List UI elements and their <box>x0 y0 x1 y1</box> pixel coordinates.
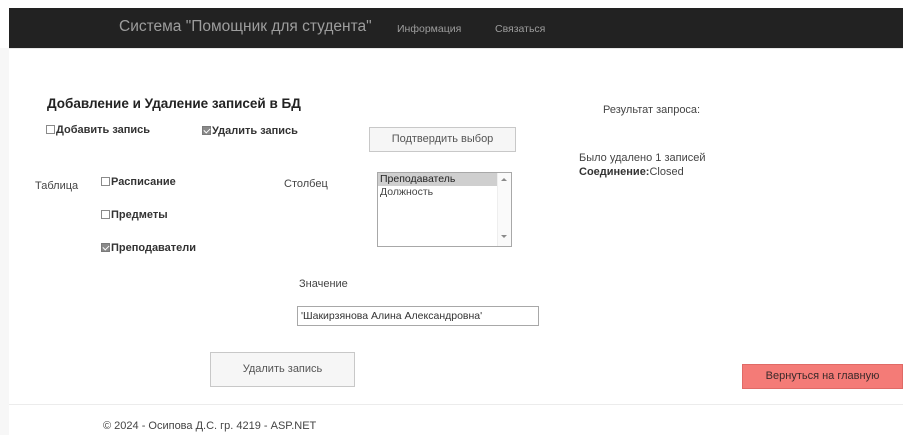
scroll-down-icon[interactable] <box>501 235 507 238</box>
delete-record-checkbox[interactable]: Удалить запись <box>202 125 298 137</box>
column-option-teacher[interactable]: Преподаватель <box>378 173 497 186</box>
confirm-choice-button[interactable]: Подтвердить выбор <box>369 127 516 152</box>
delete-record-button[interactable]: Удалить запись <box>210 352 355 387</box>
table-subjects-checkbox[interactable]: Предметы <box>101 209 168 221</box>
connection-label: Соединение: <box>579 166 650 178</box>
navbar: Система "Помощник для студента" Информац… <box>9 8 903 48</box>
left-margin <box>0 48 9 435</box>
table-schedule-checkbox[interactable]: Расписание <box>101 176 176 188</box>
checkbox-box-checked[interactable] <box>101 243 110 252</box>
nav-link-info[interactable]: Информация <box>397 23 461 35</box>
add-record-label: Добавить запись <box>56 124 151 136</box>
table-teachers-label: Преподаватели <box>111 242 197 254</box>
footer-divider <box>9 404 903 405</box>
add-record-checkbox[interactable]: Добавить запись <box>46 124 150 136</box>
form-heading: Добавление и Удаление записей в БД <box>47 96 301 111</box>
listbox-scrollbar[interactable] <box>497 173 511 246</box>
navbar-brand[interactable]: Система "Помощник для студента" <box>119 18 372 36</box>
nav-link-contact[interactable]: Связаться <box>495 23 545 35</box>
navbar-divider <box>9 48 903 49</box>
connection-value: Closed <box>649 166 684 178</box>
result-title: Результат запроса: <box>603 104 701 116</box>
checkbox-box[interactable] <box>101 210 110 219</box>
footer-text: © 2024 - Осипова Д.С. гр. 4219 - ASP.NET <box>103 420 317 432</box>
table-label: Таблица <box>35 180 79 192</box>
column-label: Столбец <box>284 178 328 190</box>
checkbox-box-checked[interactable] <box>202 126 211 135</box>
table-subjects-label: Предметы <box>111 209 168 221</box>
column-option-position[interactable]: Должность <box>378 186 497 199</box>
delete-record-label: Удалить запись <box>212 125 298 137</box>
value-label: Значение <box>299 278 348 290</box>
result-message: Было удалено 1 записей <box>579 152 706 164</box>
connection-status: Соединение:Closed <box>579 166 684 178</box>
table-teachers-checkbox[interactable]: Преподаватели <box>101 242 196 254</box>
table-schedule-label: Расписание <box>111 176 176 188</box>
column-listbox[interactable]: Преподаватель Должность <box>377 172 512 247</box>
back-to-main-button[interactable]: Вернуться на главную <box>742 364 903 389</box>
checkbox-box[interactable] <box>101 177 110 186</box>
value-input[interactable]: 'Шакирзянова Алина Александровна' <box>297 306 539 326</box>
scroll-up-icon[interactable] <box>501 178 507 181</box>
checkbox-box[interactable] <box>46 125 55 134</box>
